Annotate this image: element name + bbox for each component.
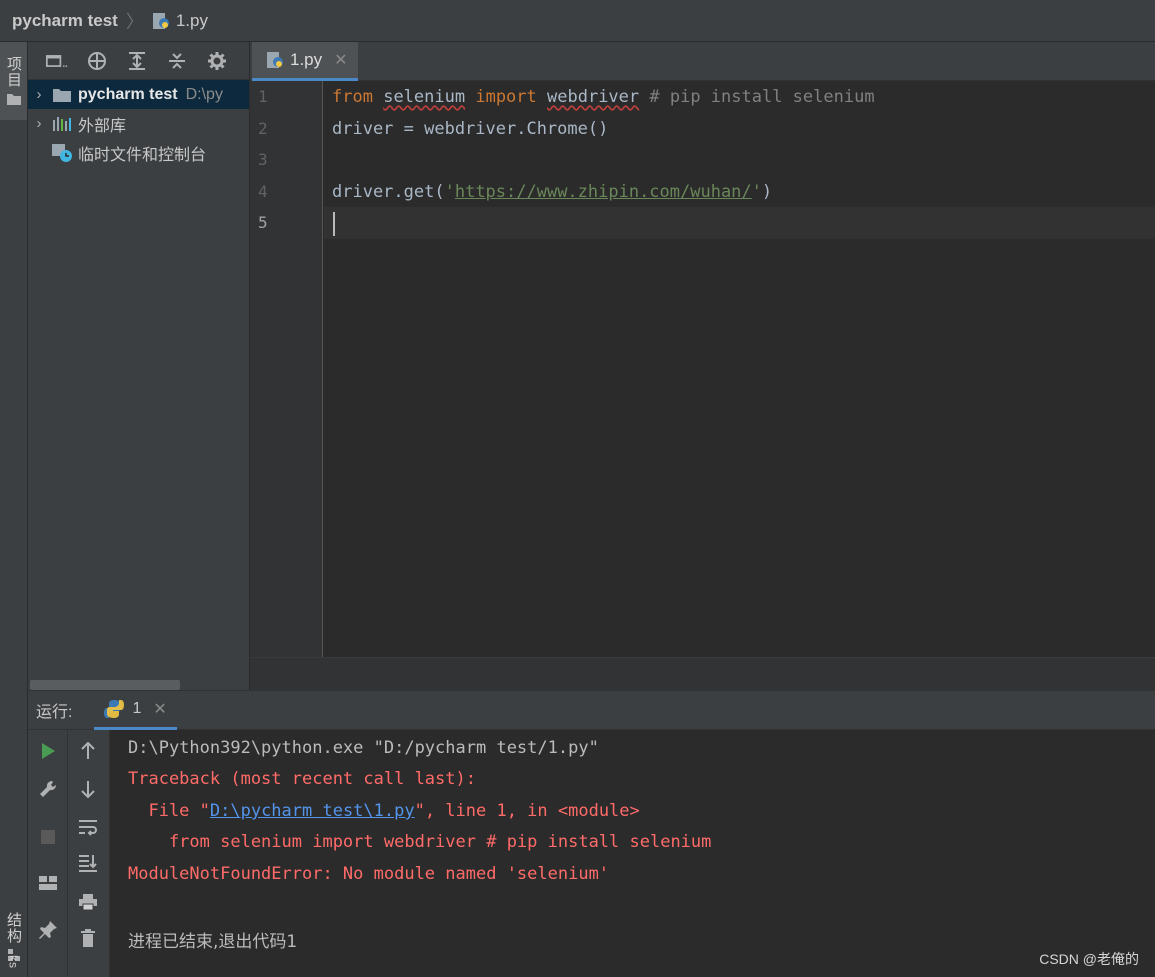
code-line-4: driver.get('https://www.zhipin.com/wuhan… xyxy=(332,182,773,202)
console-code-line: from selenium import webdriver # pip ins… xyxy=(128,832,712,852)
soft-wrap-icon xyxy=(79,820,97,836)
trash-icon xyxy=(81,929,95,947)
project-tool-tab-label: 项目 xyxy=(5,56,22,88)
run-tab-label: 1 xyxy=(132,699,142,717)
rerun-button[interactable] xyxy=(28,736,68,766)
line-number: 3 xyxy=(258,150,268,169)
python-file-icon xyxy=(267,52,283,68)
view-options-icon[interactable] xyxy=(46,50,68,72)
chevron-right-icon[interactable]: › xyxy=(28,86,50,103)
run-toolbar-primary xyxy=(28,730,68,977)
scroll-to-end-button[interactable] xyxy=(68,848,108,878)
python-icon xyxy=(104,699,125,718)
locate-icon[interactable] xyxy=(86,50,108,72)
file-link[interactable]: D:\pycharm test\1.py xyxy=(210,801,415,821)
line-number: 4 xyxy=(258,182,268,201)
gear-icon[interactable] xyxy=(206,50,228,72)
breadcrumb-file-label: 1.py xyxy=(175,10,208,30)
tab-1-py[interactable]: 1.py ✕ xyxy=(252,42,358,81)
layout-icon xyxy=(39,876,57,890)
close-icon[interactable]: ✕ xyxy=(153,699,166,719)
scroll-up-button[interactable] xyxy=(68,736,108,766)
project-tool-tab[interactable]: 项目 xyxy=(0,42,27,120)
breadcrumb-bar: pycharm test 〉 1.py xyxy=(0,0,1155,42)
watermark: CSDN @老俺的 xyxy=(1039,951,1139,967)
close-icon[interactable]: ✕ xyxy=(334,50,347,70)
tree-item-external-libraries[interactable]: › 外部库 xyxy=(28,109,249,138)
code-line-1: from selenium import webdriver # pip ins… xyxy=(332,87,875,107)
editor-bottom-area xyxy=(250,657,1155,690)
run-tab-1[interactable]: 1 ✕ xyxy=(94,690,177,730)
run-toolbar-secondary xyxy=(68,730,110,977)
collapse-all-icon[interactable] xyxy=(166,50,188,72)
pin-icon xyxy=(39,921,57,939)
console-command-line: D:\Python392\python.exe "D:/pycharm test… xyxy=(128,738,599,758)
code-editor[interactable]: from selenium import webdriver # pip ins… xyxy=(324,81,1155,657)
tree-item-path: D:\py xyxy=(185,85,223,103)
wrench-icon xyxy=(40,780,57,797)
library-icon xyxy=(50,116,74,132)
project-toolbar xyxy=(28,42,249,80)
console-error-line: ModuleNotFoundError: No module named 'se… xyxy=(128,864,610,884)
chevron-right-icon[interactable]: › xyxy=(28,115,50,132)
current-line-highlight xyxy=(324,207,1155,239)
tree-item-label: 外部库 xyxy=(78,117,127,135)
tab-label: 1.py xyxy=(290,50,323,69)
breadcrumb-project[interactable]: pycharm test xyxy=(12,11,118,31)
scratches-icon xyxy=(50,143,74,163)
arrow-up-icon xyxy=(81,742,95,759)
run-panel-header: 运行: 1 ✕ xyxy=(28,690,1155,730)
left-tool-strip: 项目 结构 ks xyxy=(0,42,28,977)
clear-all-button[interactable] xyxy=(68,923,108,953)
folder-icon xyxy=(6,94,21,105)
scroll-to-end-icon xyxy=(79,855,97,872)
horizontal-scrollbar[interactable] xyxy=(30,680,180,690)
soft-wrap-button[interactable] xyxy=(68,812,108,842)
python-file-icon xyxy=(152,12,169,29)
structure-tool-tab-label: 结构 xyxy=(5,912,22,944)
editor-tab-bar: 1.py ✕ xyxy=(250,42,1155,81)
console-exit-line: 进程已结束,退出代码1 xyxy=(128,932,298,952)
play-icon xyxy=(42,743,55,759)
run-console[interactable]: D:\Python392\python.exe "D:/pycharm test… xyxy=(110,730,1155,977)
scroll-down-button[interactable] xyxy=(68,774,108,804)
bookmarks-tool-tab-label: ks xyxy=(6,955,21,969)
console-file-line: File "D:\pycharm test\1.py", line 1, in … xyxy=(128,801,640,821)
run-label: 运行: xyxy=(36,704,73,721)
line-number: 2 xyxy=(258,119,268,138)
tree-item-project-root[interactable]: › pycharm test D:\py xyxy=(28,80,249,109)
stop-button[interactable] xyxy=(28,822,68,852)
project-panel: › pycharm test D:\py › 外部库 临时文件和控制台 xyxy=(28,42,250,690)
arrow-down-icon xyxy=(81,781,95,798)
line-number: 1 xyxy=(258,87,268,106)
print-button[interactable] xyxy=(68,887,108,917)
expand-all-icon[interactable] xyxy=(126,50,148,72)
code-line-2: driver = webdriver.Chrome() xyxy=(332,119,609,139)
settings-button[interactable] xyxy=(28,774,68,804)
tree-item-label: pycharm test xyxy=(78,85,178,103)
line-number-gutter: 1 2 3 4 5 xyxy=(250,81,323,657)
bookmarks-tool-tab[interactable]: ks xyxy=(0,955,27,977)
print-icon xyxy=(79,894,97,911)
stop-icon xyxy=(41,830,55,844)
pin-button[interactable] xyxy=(28,915,68,945)
folder-icon xyxy=(50,87,74,103)
text-caret xyxy=(333,212,335,236)
breadcrumb-file[interactable]: 1.py xyxy=(152,11,208,31)
tree-item-label: 临时文件和控制台 xyxy=(78,146,207,164)
layout-button[interactable] xyxy=(28,868,68,898)
breadcrumb-separator: 〉 xyxy=(125,11,144,32)
line-number-current: 5 xyxy=(258,213,268,232)
console-traceback-line: Traceback (most recent call last): xyxy=(128,769,476,789)
tree-item-scratches[interactable]: 临时文件和控制台 xyxy=(28,138,249,167)
url-link[interactable]: https://www.zhipin.com/wuhan/ xyxy=(455,182,752,202)
